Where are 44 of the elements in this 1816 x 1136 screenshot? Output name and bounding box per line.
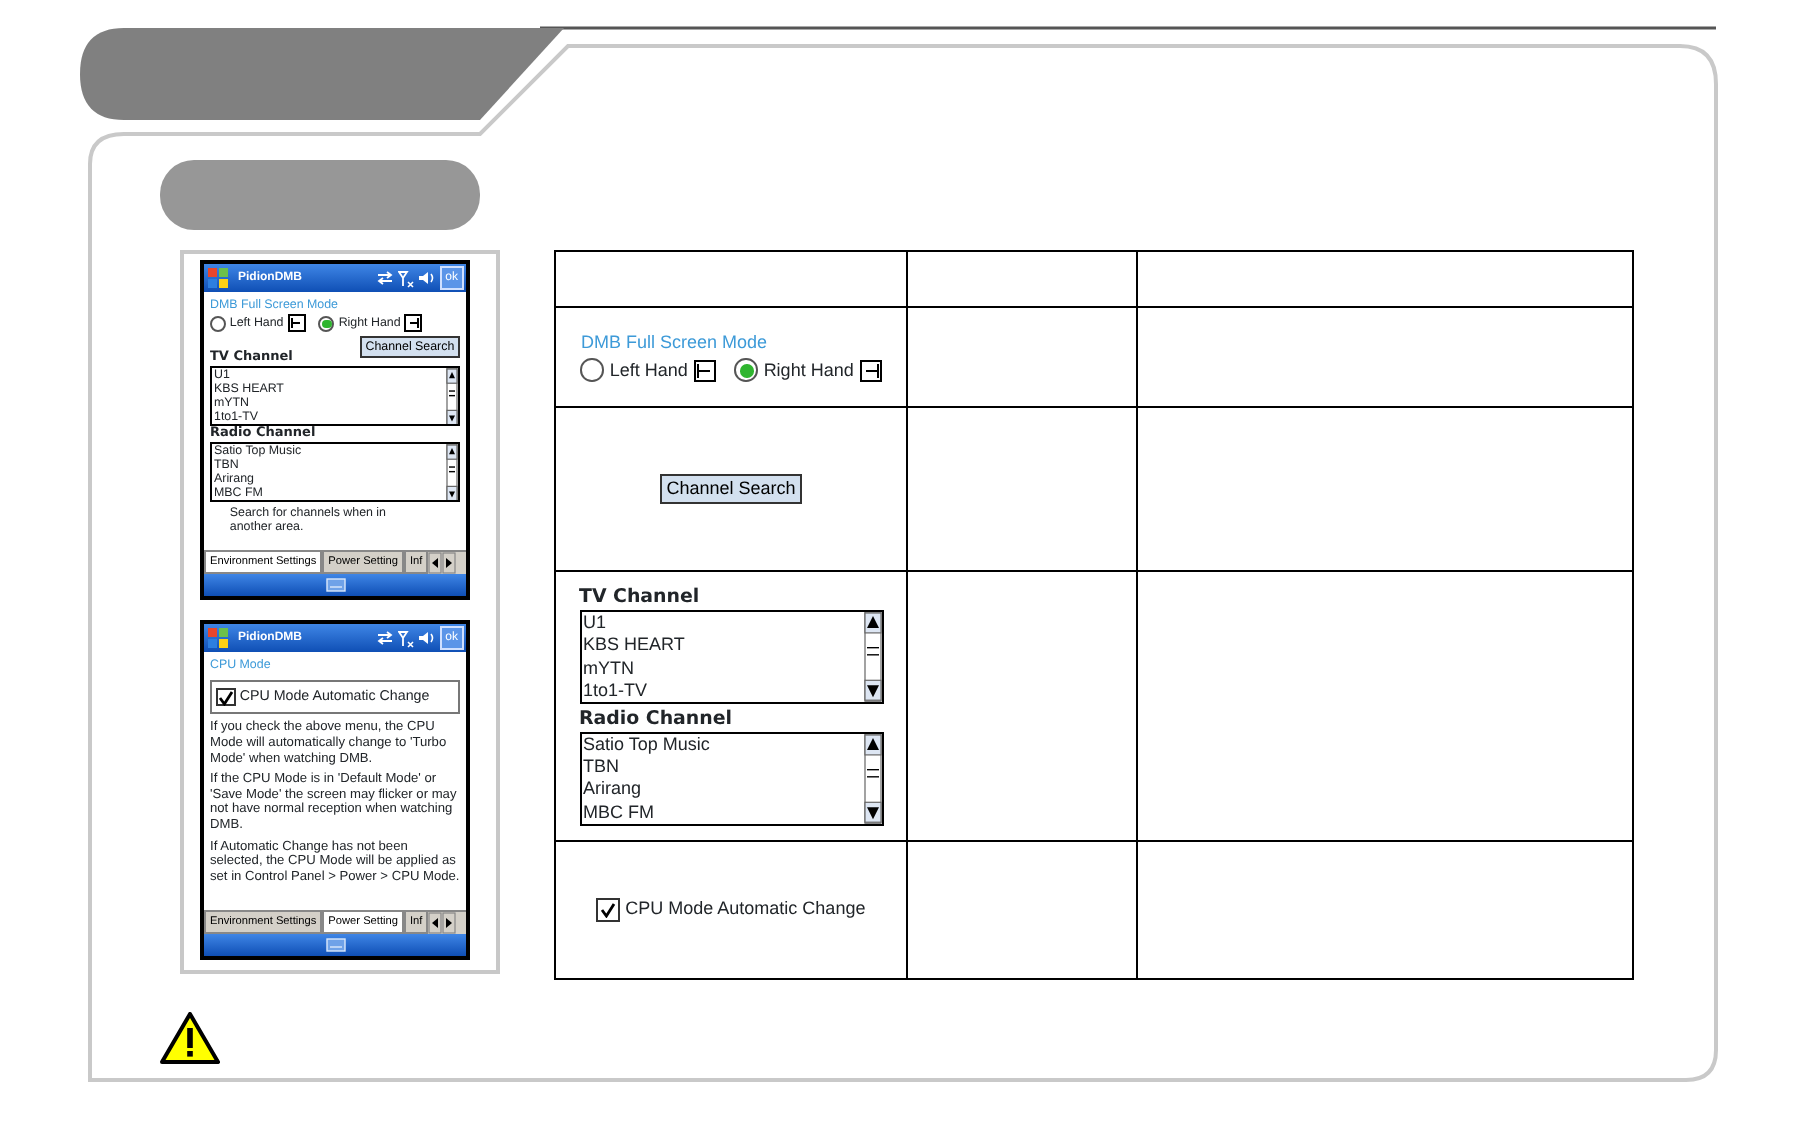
windows-flag-icon[interactable] [208,628,228,648]
align-right-icon [859,359,882,382]
section-heading: DMB Full Screen Mode [580,332,770,355]
radio-button[interactable] [734,358,759,382]
list-item[interactable]: 1to1-TV [583,679,863,702]
channel-list[interactable]: U1 KBS HEART mYTN 1to1-TV [579,610,883,704]
sync-icon[interactable] [375,270,394,286]
option-label: Left Hand [609,359,688,382]
option-label: Right Hand [763,359,854,382]
speaker-icon[interactable] [417,270,436,286]
warning-icon [160,1012,220,1064]
windows-flag-icon[interactable] [208,268,228,288]
list-title: TV Channel [579,586,702,610]
align-left-icon [693,359,716,382]
list-title: Radio Channel [579,708,734,732]
sync-icon[interactable] [375,630,394,646]
checkbox-label: CPU Mode Automatic Change [625,898,866,922]
keyboard-icon[interactable] [325,578,345,592]
scrollbar[interactable] [863,733,881,824]
align-right-icon [404,314,423,333]
list-item[interactable]: KBS HEART [583,634,863,657]
channel-search-button[interactable]: Channel Search [659,473,803,505]
list-item[interactable]: Satio Top Music [583,733,863,757]
scrollbar[interactable] [863,612,881,702]
list-item[interactable]: Arirang [583,778,863,802]
keyboard-icon[interactable] [325,938,345,952]
scrollbar[interactable] [446,443,458,501]
align-left-icon [287,314,306,333]
checkmark-icon [218,689,235,706]
radio-button[interactable] [580,358,605,382]
signal-icon[interactable] [397,629,414,647]
speaker-icon[interactable] [417,630,436,646]
checkmark-icon [600,902,617,918]
list-item[interactable]: TBN [583,756,863,779]
list-item[interactable]: U1 [583,612,863,635]
checkbox[interactable] [216,687,236,707]
radio-button[interactable] [210,315,227,332]
scrollbar[interactable] [446,367,458,425]
checkbox[interactable] [596,898,620,922]
channel-list[interactable]: Satio Top Music TBN Arirang MBC FM [579,731,883,826]
signal-icon[interactable] [397,269,414,287]
list-item[interactable]: MBC FM [583,801,863,824]
list-item[interactable]: mYTN [583,657,863,680]
radio-button[interactable] [318,315,335,332]
